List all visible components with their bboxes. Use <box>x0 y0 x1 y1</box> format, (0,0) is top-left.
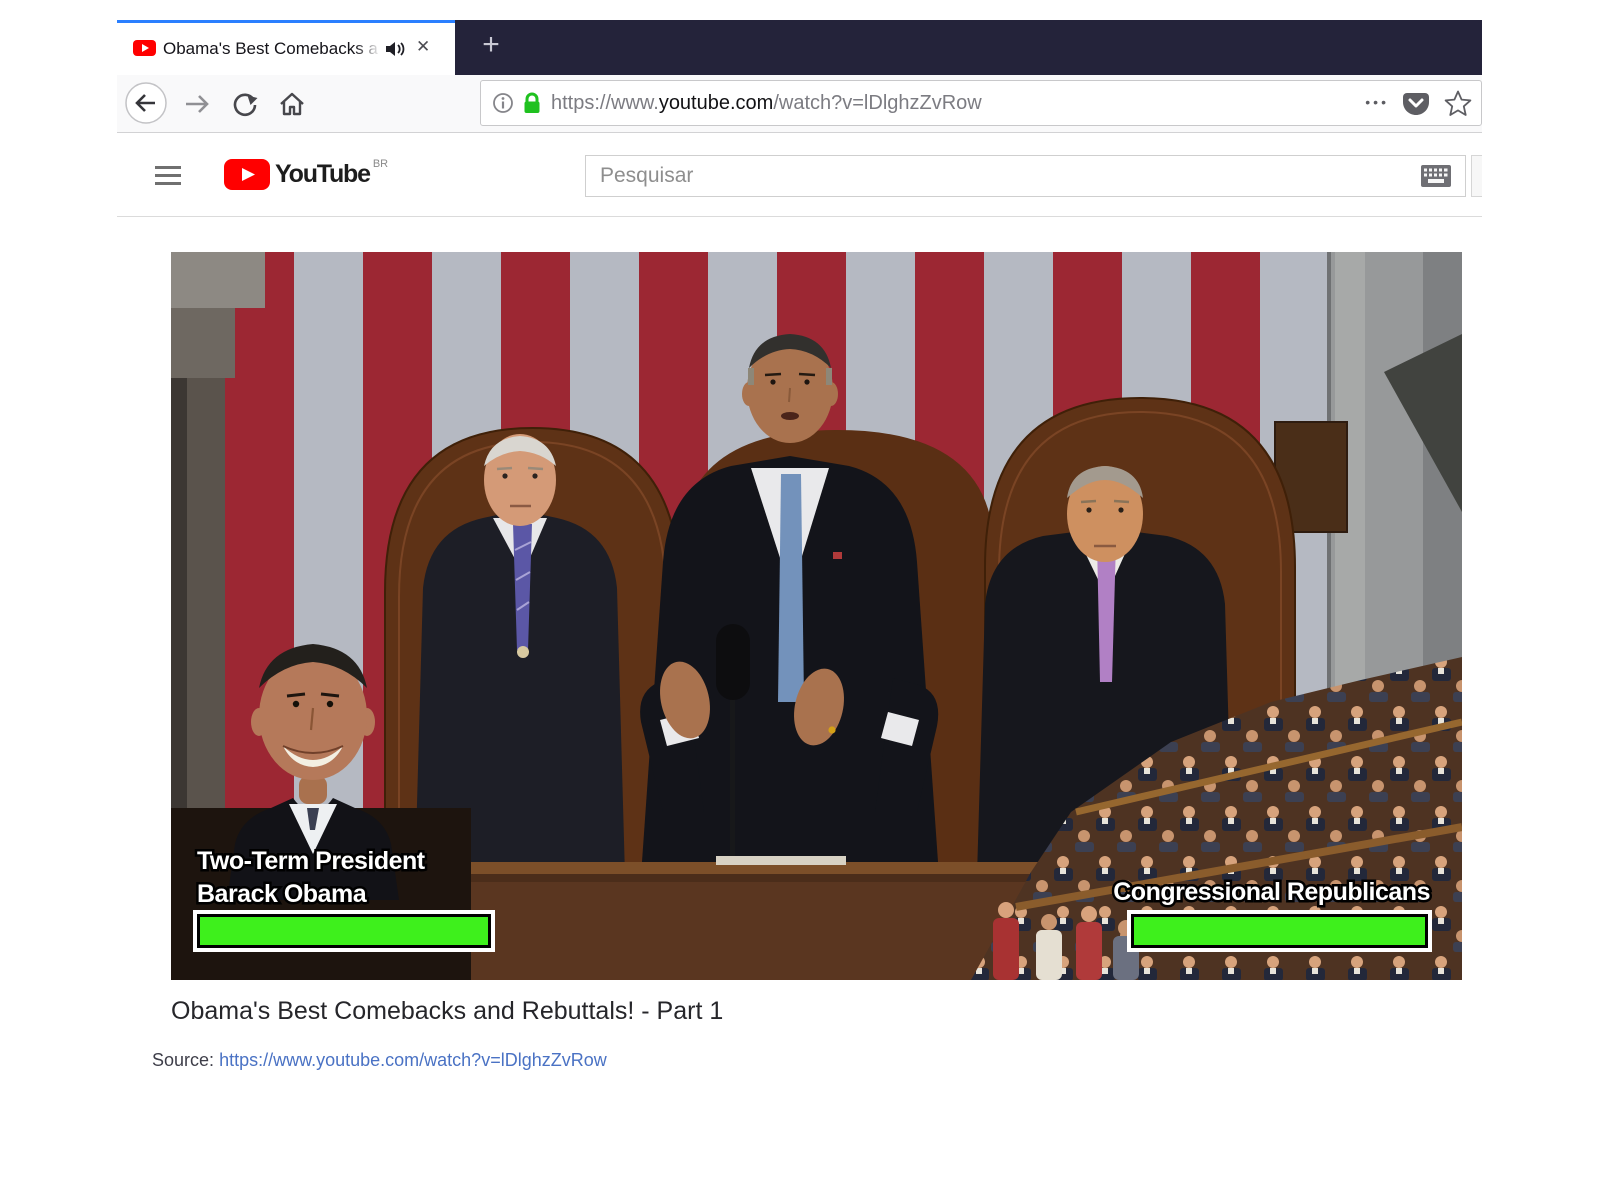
close-tab-icon[interactable]: ✕ <box>416 37 430 57</box>
url-scheme: https://www. <box>551 92 659 114</box>
right-health-bar <box>1127 910 1432 952</box>
youtube-play-icon <box>224 159 270 190</box>
tab-title-fade <box>355 36 387 62</box>
tab-bar: + Obama's Best Comebacks a ✕ <box>117 20 1482 75</box>
search-input[interactable] <box>586 156 1465 196</box>
url-domain: youtube.com <box>659 92 774 114</box>
speaker-icon[interactable] <box>385 41 407 62</box>
reload-icon[interactable] <box>227 86 263 127</box>
lock-icon[interactable] <box>520 91 544 120</box>
browser-window: + Obama's Best Comebacks a ✕ <box>117 20 1482 217</box>
star-icon[interactable] <box>1444 89 1472 122</box>
search-box <box>585 155 1466 197</box>
search-button[interactable] <box>1471 155 1482 197</box>
left-health-bar <box>193 910 495 952</box>
home-icon[interactable] <box>274 86 310 127</box>
left-label-line1: Two-Term President <box>197 847 426 875</box>
video-scene: Two-Term President Barack Obama Congress… <box>171 252 1462 980</box>
screenshot: + Obama's Best Comebacks a ✕ <box>0 0 1600 1200</box>
youtube-wordmark: YouTube <box>275 159 370 190</box>
pocket-icon[interactable] <box>1401 91 1431 122</box>
youtube-logo[interactable]: YouTube BR <box>224 159 388 190</box>
tab-active[interactable]: Obama's Best Comebacks a ✕ <box>117 20 455 75</box>
back-button[interactable] <box>124 81 168 130</box>
source-line: Source: https://www.youtube.com/watch?v=… <box>152 1050 607 1071</box>
tab-title: Obama's Best Comebacks a <box>163 39 385 59</box>
left-label-line2: Barack Obama <box>197 880 368 908</box>
new-tab-button[interactable]: + <box>471 22 511 68</box>
youtube-favicon-icon <box>133 40 156 61</box>
right-label: Congressional Republicans <box>1113 878 1430 906</box>
navigation-toolbar: https://www.youtube.com/watch?v=lDlghzZv… <box>117 75 1482 133</box>
info-icon[interactable] <box>492 92 514 119</box>
youtube-header: YouTube BR <box>117 133 1482 217</box>
hamburger-icon[interactable] <box>155 166 181 185</box>
source-label: Source: <box>152 1050 214 1070</box>
tab-strip: + <box>455 20 1482 75</box>
url-path: /watch?v=lDlghzZvRow <box>773 92 981 114</box>
country-badge: BR <box>373 158 388 170</box>
source-link[interactable]: https://www.youtube.com/watch?v=lDlghzZv… <box>219 1050 607 1070</box>
page-actions-icon[interactable]: ••• <box>1365 81 1389 125</box>
url-text: https://www.youtube.com/watch?v=lDlghzZv… <box>551 81 982 125</box>
keyboard-icon[interactable] <box>1421 165 1451 192</box>
forward-button[interactable] <box>179 86 215 127</box>
video-player[interactable]: Two-Term President Barack Obama Congress… <box>171 252 1462 980</box>
active-tab-indicator <box>117 20 455 23</box>
video-title: Obama's Best Comebacks and Rebuttals! - … <box>171 997 723 1026</box>
url-bar[interactable]: https://www.youtube.com/watch?v=lDlghzZv… <box>480 80 1482 126</box>
